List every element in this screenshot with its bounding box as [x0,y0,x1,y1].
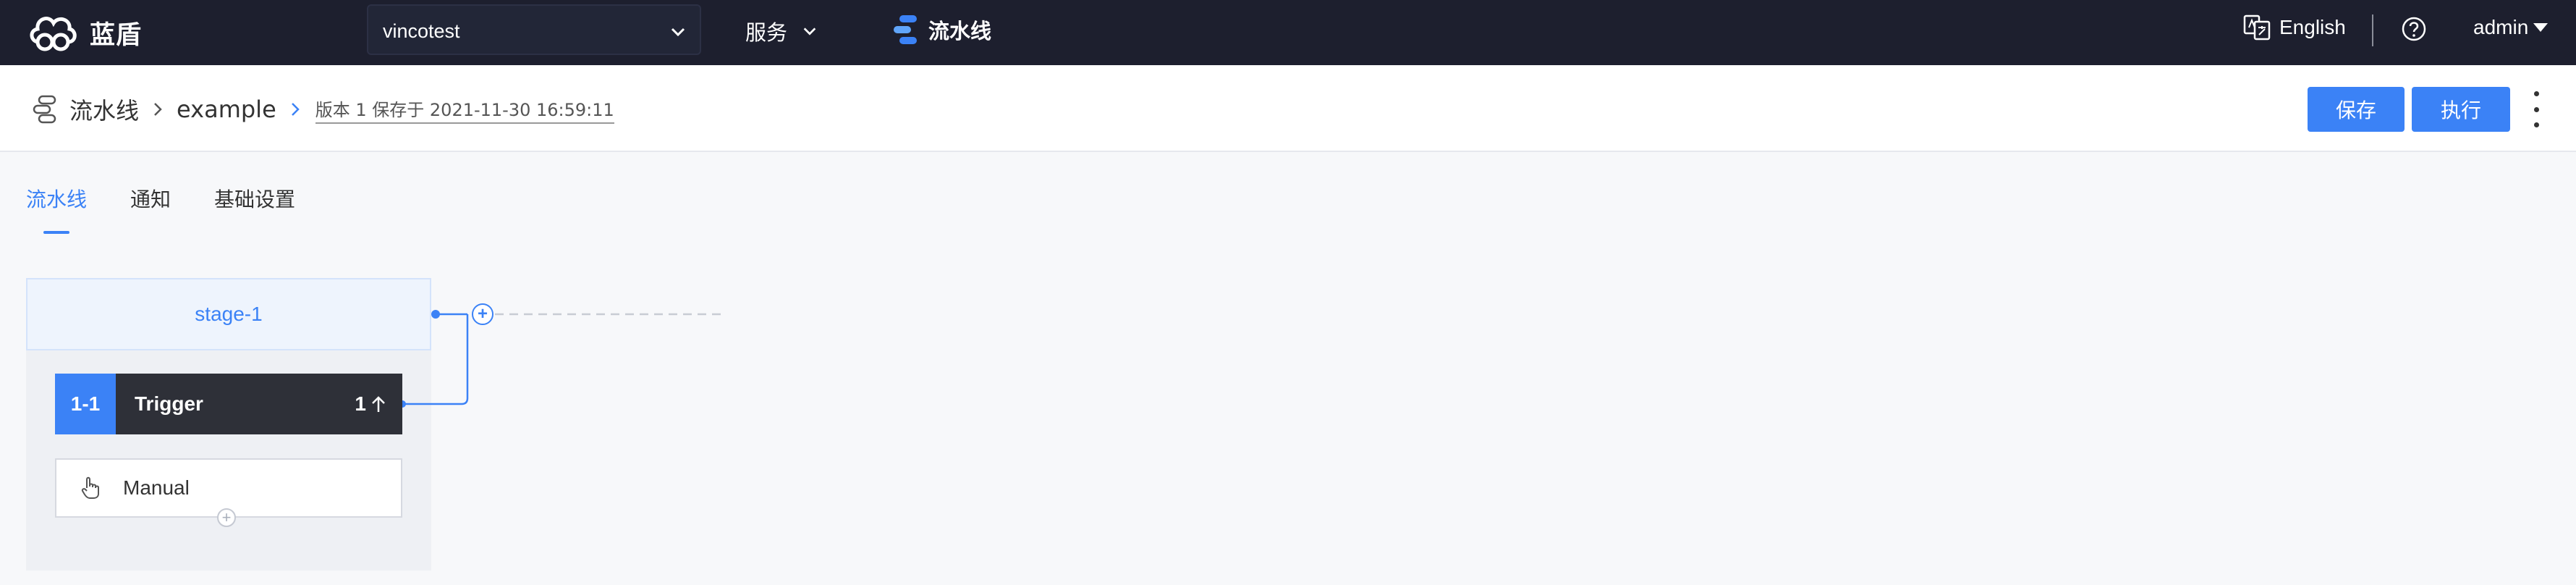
add-stage-button[interactable]: + [472,303,493,325]
step-name: Manual [123,476,190,499]
job-count-value: 1 [355,392,366,415]
pipeline-icon [894,15,917,44]
hand-pointer-icon [81,476,99,499]
question-circle-icon [2402,17,2426,41]
stage-connector [399,310,724,408]
language-label: English [2279,16,2346,38]
chevron-down-icon [803,28,816,35]
nav-pipeline-label: 流水线 [928,19,992,43]
nav-divider [2372,14,2373,46]
more-menu-button[interactable] [2529,91,2543,127]
job-card[interactable]: 1-1 Trigger 1 [55,374,402,434]
more-dot [2533,91,2539,96]
more-dot [2533,106,2539,112]
more-dot [2533,122,2539,127]
job-count: 1 [355,392,386,416]
user-menu[interactable]: admin [2473,16,2549,39]
job-index: 1-1 [55,374,116,434]
language-switch[interactable]: English [2243,13,2346,42]
nav-pipeline-link[interactable]: 流水线 [892,12,991,48]
nav-services-label: 服务 [745,20,788,45]
help-button[interactable] [2401,16,2427,46]
add-step-button[interactable]: + [217,508,236,527]
caret-down-icon [2533,23,2549,32]
save-button[interactable]: 保存 [2308,87,2405,132]
translate-icon [2243,14,2271,41]
job-name: Trigger [135,392,203,415]
run-button[interactable]: 执行 [2412,87,2510,132]
arrow-up-icon [372,396,385,412]
user-name: admin [2473,16,2529,38]
nav-services-menu[interactable]: 服务 [745,16,818,46]
